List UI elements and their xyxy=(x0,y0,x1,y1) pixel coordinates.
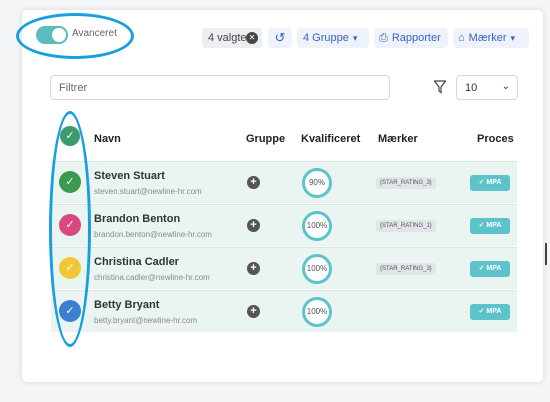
filter-icon[interactable] xyxy=(434,80,446,94)
row-email: brandon.benton@newline-hr.com xyxy=(94,230,212,239)
tag-icon: ⌂ xyxy=(458,32,465,44)
table-row[interactable]: ✓ Christina Cadler christina.cadler@newl… xyxy=(51,247,517,289)
qualified-progress-ring: 100% xyxy=(302,297,332,327)
selected-count-label: 4 valgte xyxy=(208,32,247,44)
column-header-group[interactable]: Gruppe xyxy=(246,133,285,145)
toggle-knob xyxy=(52,28,66,42)
group-dropdown[interactable]: 4 Gruppe ▾ xyxy=(297,28,369,48)
process-badge[interactable]: ✓ MPA xyxy=(470,261,510,277)
close-circle-icon[interactable]: ✕ xyxy=(246,32,258,44)
process-badge-label: MPA xyxy=(486,222,502,229)
row-email: steven.stuart@newline-hr.com xyxy=(94,187,202,196)
chevron-down-icon: ⌄ xyxy=(501,81,510,92)
reset-button[interactable]: ↺ xyxy=(268,28,292,48)
undo-icon: ↺ xyxy=(274,30,286,45)
row-checkbox[interactable]: ✓ xyxy=(59,214,81,236)
process-badge-label: MPA xyxy=(486,265,502,272)
mark-tag: {STAR_RATING_1} xyxy=(376,220,436,232)
table-row[interactable]: ✓ Steven Stuart steven.stuart@newline-hr… xyxy=(51,161,517,203)
row-checkbox[interactable]: ✓ xyxy=(59,257,81,279)
reports-button-label: Rapporter xyxy=(391,32,441,44)
row-email: betty.bryant@newline-hr.com xyxy=(94,316,198,325)
advanced-toggle-label: Avanceret xyxy=(72,28,117,39)
resize-handle[interactable] xyxy=(545,243,547,265)
column-header-qualified[interactable]: Kvalificeret xyxy=(301,133,360,145)
column-header-marks[interactable]: Mærker xyxy=(378,133,418,145)
qualified-progress-ring: 100% xyxy=(302,211,332,241)
advanced-toggle[interactable] xyxy=(36,26,68,44)
column-header-name[interactable]: Navn xyxy=(94,133,121,145)
chevron-down-icon: ▾ xyxy=(510,32,516,43)
row-name[interactable]: Christina Cadler xyxy=(94,256,179,268)
table-row[interactable]: ✓ Brandon Benton brandon.benton@newline-… xyxy=(51,204,517,246)
mark-tag: {STAR_RATING_3} xyxy=(376,263,436,275)
page-size-select[interactable]: 10 ⌄ xyxy=(456,75,518,100)
table-row[interactable]: ✓ Betty Bryant betty.bryant@newline-hr.c… xyxy=(51,290,517,332)
reports-button[interactable]: ⎙ Rapporter xyxy=(374,28,448,48)
add-group-icon[interactable]: + xyxy=(247,305,260,318)
process-badge[interactable]: ✓ MPA xyxy=(470,175,510,191)
row-name[interactable]: Brandon Benton xyxy=(94,213,180,225)
add-group-icon[interactable]: + xyxy=(247,262,260,275)
printer-icon: ⎙ xyxy=(379,31,388,44)
marks-dropdown-label: Mærker xyxy=(468,32,507,44)
row-email: christina.cadler@newline-hr.com xyxy=(94,273,210,282)
add-group-icon[interactable]: + xyxy=(247,219,260,232)
qualified-progress-ring: 100% xyxy=(302,254,332,284)
row-checkbox[interactable]: ✓ xyxy=(59,300,81,322)
page-size-value: 10 xyxy=(465,82,478,94)
process-badge[interactable]: ✓ MPA xyxy=(470,218,510,234)
qualified-progress-ring: 90% xyxy=(302,168,332,198)
process-badge-label: MPA xyxy=(486,179,502,186)
row-name[interactable]: Betty Bryant xyxy=(94,299,159,311)
add-group-icon[interactable]: + xyxy=(247,176,260,189)
group-dropdown-label: 4 Gruppe xyxy=(303,32,349,44)
chevron-down-icon: ▾ xyxy=(352,32,358,43)
process-badge[interactable]: ✓ MPA xyxy=(470,304,510,320)
row-name[interactable]: Steven Stuart xyxy=(94,170,165,182)
column-header-process[interactable]: Proces xyxy=(477,133,514,145)
process-badge-label: MPA xyxy=(486,308,502,315)
filter-input[interactable]: Filtrer xyxy=(50,75,390,100)
selected-count-chip[interactable]: 4 valgte ✕ xyxy=(202,28,262,48)
row-checkbox[interactable]: ✓ xyxy=(59,171,81,193)
marks-dropdown[interactable]: ⌂ Mærker ▾ xyxy=(453,28,529,48)
mark-tag: {STAR_RATING_3} xyxy=(376,177,436,189)
select-all-checkbox[interactable]: ✓ xyxy=(60,126,80,146)
